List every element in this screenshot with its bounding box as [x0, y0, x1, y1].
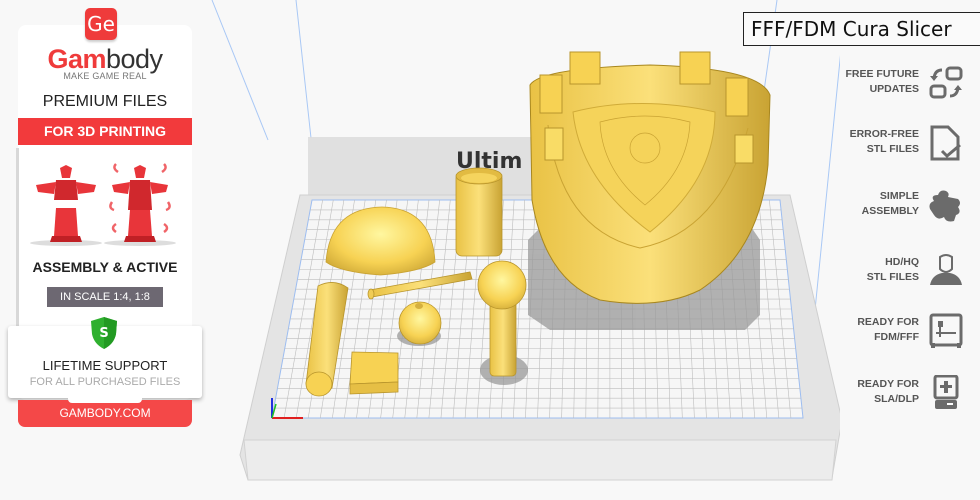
- feature-item: HD/HQ STL FILES: [804, 253, 964, 293]
- feature-item: ERROR-FREE STL FILES: [804, 125, 964, 165]
- fdm-printer-icon: [929, 313, 963, 348]
- premium-heading: PREMIUM FILES: [42, 93, 168, 110]
- feature-label-line1: SIMPLE: [879, 190, 919, 202]
- support-subtitle: FOR ALL PURCHASED FILES: [29, 376, 181, 388]
- slicer-viewport[interactable]: Ultim: [200, 0, 840, 500]
- bed-front-lip: [243, 439, 837, 481]
- brand-tagline: MAKE GAME REAL: [63, 71, 147, 81]
- site-bar-notch: [68, 398, 142, 403]
- feature-item: FREE FUTURE UPDATES: [804, 65, 964, 105]
- hero-bust-icon: [930, 254, 962, 285]
- feature-item: READY FOR SLA/DLP: [804, 375, 964, 415]
- feature-label-line1: READY FOR: [857, 316, 919, 328]
- sla-printer-icon: [933, 375, 959, 409]
- feature-label-line1: READY FOR: [857, 378, 919, 390]
- feature-label-line1: FREE FUTURE: [845, 68, 920, 80]
- feature-item: READY FOR FDM/FFF: [804, 313, 964, 353]
- promo-divider: [16, 148, 19, 338]
- puzzle-icon: [929, 190, 960, 222]
- shield-icon: S: [91, 317, 117, 349]
- update-arrows-icon: [929, 66, 963, 99]
- feature-label-line2: STL FILES: [866, 143, 919, 155]
- feature-label-line1: HD/HQ: [885, 256, 919, 268]
- assembly-label: ASSEMBLY & ACTIVE: [32, 259, 178, 275]
- brand-logo[interactable]: Gambody: [18, 44, 192, 74]
- support-title: LIFETIME SUPPORT: [42, 358, 168, 373]
- site-link[interactable]: GAMBODY.COM: [18, 400, 192, 427]
- model-ball: [477, 260, 527, 310]
- printing-banner: FOR 3D PRINTING: [18, 118, 192, 145]
- feature-label-line2: STL FILES: [866, 271, 919, 283]
- feature-label-line2: UPDATES: [869, 83, 919, 95]
- feature-label-line2: FDM/FFF: [874, 331, 919, 343]
- feature-label-line1: ERROR-FREE: [849, 128, 919, 140]
- brand-body: body: [105, 44, 163, 74]
- slicer-title: FFF/FDM Cura Slicer: [743, 12, 980, 46]
- feature-item: SIMPLE ASSEMBLY: [804, 187, 964, 227]
- scale-badge: IN SCALE 1:4, 1:8: [47, 287, 163, 307]
- shield-letter: S: [99, 326, 108, 341]
- model-stick: [489, 297, 517, 377]
- feature-label-line2: SLA/DLP: [874, 393, 919, 405]
- model-block: [349, 351, 399, 385]
- file-check-icon: [930, 125, 961, 161]
- model-cup: [455, 171, 503, 257]
- assembly-figures-illustration: [30, 163, 176, 246]
- brand-gam: Gam: [47, 44, 106, 74]
- feature-label-line2: ASSEMBLY: [861, 205, 919, 217]
- gambody-logo-badge[interactable]: Ge: [85, 8, 117, 40]
